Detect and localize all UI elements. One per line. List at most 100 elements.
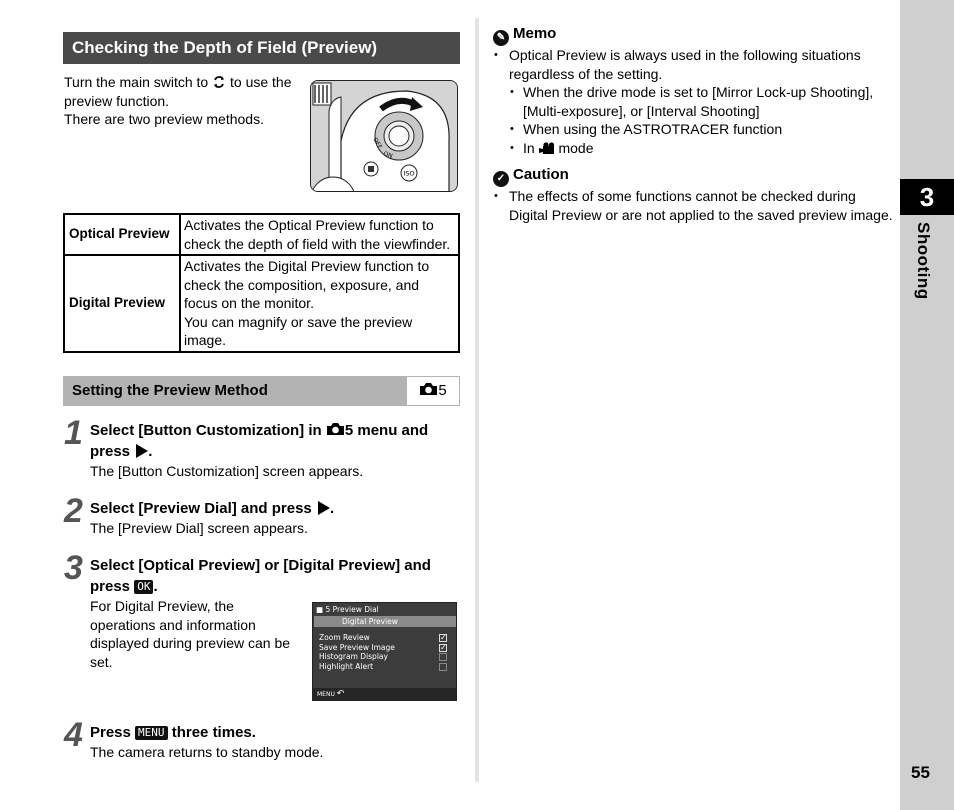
step-body: The camera returns to standby mode. — [90, 744, 324, 760]
method-description: Activates the Optical Preview function t… — [179, 213, 460, 256]
desc-line: check the composition, exposure, and — [184, 276, 420, 293]
camera-icon: ■ — [316, 605, 324, 614]
notes-column: ✎Memo Optical Preview is always used in … — [493, 24, 893, 224]
step-number: 4 — [64, 716, 83, 754]
list-item: When the drive mode is set to [Mirror Lo… — [509, 83, 893, 120]
camera-top-drawing: OFF ON ISO — [311, 81, 457, 191]
step-1: 1 Select [Button Customization] in 5 men… — [64, 414, 460, 481]
screen-title: ■ 5 Preview Dial — [316, 605, 379, 614]
memo-list: Optical Preview is always used in the fo… — [493, 46, 893, 157]
camera-icon — [326, 423, 344, 435]
option-item: Histogram Display — [319, 652, 447, 662]
movie-mode-icon — [538, 141, 554, 154]
step-body-line: operations and information — [90, 616, 256, 633]
memo-heading: ✎ Memo — [493, 24, 893, 46]
step-title-text: three times. — [171, 724, 256, 741]
step-title-text: press — [90, 578, 131, 595]
menu-button-icon: MENU — [135, 726, 168, 740]
memo-title: Memo — [513, 25, 557, 42]
menu-key-label: MENU — [317, 691, 335, 698]
step-body: The [Button Customization] screen appear… — [90, 463, 364, 479]
screen-footer: MENU ↶ — [313, 688, 456, 700]
method-term: Optical Preview — [63, 213, 181, 256]
option-label: Histogram Display — [319, 652, 388, 662]
option-label: Save Preview Image — [319, 642, 395, 652]
subsection-title: Setting the Preview Method — [72, 382, 268, 399]
chapter-tab: 3 Shooting 55 — [900, 0, 954, 810]
memo-sublist: When the drive mode is set to [Mirror Lo… — [509, 83, 893, 157]
step-title-text: Select [Optical Preview] or [Digital Pre… — [90, 557, 431, 574]
step-title-text: Select [Button Customization] in — [90, 422, 322, 439]
option-label: Zoom Review — [319, 633, 370, 642]
step-title: Select [Optical Preview] or [Digital Pre… — [90, 557, 431, 595]
list-text: mode — [558, 139, 594, 156]
option-item: Save Preview Image ✓ — [319, 643, 447, 653]
list-text: [Multi-exposure], or [Interval Shooting] — [523, 102, 760, 119]
preview-switch-icon — [214, 76, 225, 88]
back-arrow-icon: ↶ — [336, 689, 345, 699]
column-divider — [475, 18, 479, 782]
screen-title-text: 5 Preview Dial — [325, 605, 379, 614]
list-item: Optical Preview is always used in the fo… — [493, 46, 893, 157]
step-body: For Digital Preview, the operations and … — [90, 597, 300, 671]
step-2: 2 Select [Preview Dial] and press . The … — [64, 492, 460, 538]
ok-button-icon: OK — [134, 580, 154, 594]
method-term: Digital Preview — [63, 254, 181, 353]
selected-option: Digital Preview — [314, 616, 456, 627]
checkbox-checked-icon: ✓ — [439, 642, 447, 652]
option-label: Highlight Alert — [319, 662, 374, 672]
list-text: Optical Preview is always used in the fo… — [509, 47, 861, 63]
list-item: The effects of some functions cannot be … — [493, 187, 893, 224]
step-title: Select [Preview Dial] and press . — [90, 500, 335, 517]
table-row: Optical Preview Activates the Optical Pr… — [63, 213, 460, 256]
desc-line: Activates the Optical Preview function t… — [184, 217, 434, 233]
step-title-text: press — [90, 443, 131, 460]
intro-line: There are two preview methods. — [64, 111, 264, 127]
desc-line: image. — [184, 332, 227, 348]
option-item: Highlight Alert — [319, 662, 447, 672]
desc-line: You can magnify or save the preview — [184, 313, 413, 330]
memo-pencil-icon: ✎ — [493, 30, 509, 46]
list-item: In mode — [509, 139, 893, 158]
subsection-header: Setting the Preview Method 5 — [63, 376, 460, 406]
intro-text: Turn the main switch to to use the previ… — [64, 73, 304, 129]
section-title: Checking the Depth of Field (Preview) — [63, 32, 460, 64]
chapter-label: Shooting — [914, 222, 933, 300]
step-body: The [Preview Dial] screen appears. — [90, 520, 308, 536]
caution-heading: ✓ Caution — [493, 165, 893, 187]
step-title: Select [Button Customization] in 5 menu … — [90, 422, 429, 460]
desc-line: Activates the Digital Preview function t… — [184, 258, 430, 274]
caution-icon: ✓ — [493, 171, 509, 187]
right-arrow-key-icon — [136, 444, 149, 458]
step-number: 1 — [64, 414, 83, 452]
preview-methods-table: Optical Preview Activates the Optical Pr… — [63, 213, 460, 353]
chapter-number: 3 — [900, 179, 954, 215]
option-item: Zoom Review ✓ — [319, 633, 447, 643]
table-row: Digital Preview Activates the Digital Pr… — [63, 254, 460, 353]
list-text: When using the ASTROTRACER function — [523, 121, 783, 137]
step-body-line: For Digital Preview, the — [90, 598, 234, 614]
caution-title: Caution — [513, 166, 569, 183]
camera-switch-illustration: OFF ON ISO — [310, 80, 458, 192]
menu-reference-number: 5 — [438, 382, 447, 399]
list-text: Digital Preview or are not applied to th… — [509, 206, 893, 223]
list-text: When the drive mode is set to [Mirror Lo… — [523, 84, 874, 100]
step-body-line: displayed during preview can be — [90, 635, 291, 651]
preview-dial-screen: ■ 5 Preview Dial Digital Preview Zoom Re… — [312, 602, 457, 701]
camera-icon — [420, 383, 438, 395]
list-text: regardless of the setting. — [509, 65, 663, 82]
step-title-text: Press — [90, 724, 131, 741]
option-list: Zoom Review ✓ Save Preview Image ✓ Histogr… — [319, 633, 447, 672]
desc-line: check the depth of field with the viewfi… — [184, 235, 451, 252]
intro-line: Turn the main switch to — [64, 74, 209, 90]
menu-reference: 5 — [407, 377, 459, 405]
checkbox-empty-icon — [439, 653, 447, 662]
step-body-line: set. — [90, 653, 113, 670]
desc-line: focus on the monitor. — [184, 295, 314, 311]
checkbox-checked-icon: ✓ — [439, 633, 447, 642]
list-item: When using the ASTROTRACER function — [509, 120, 893, 139]
list-text: In — [523, 139, 535, 156]
intro-line: to use the — [230, 74, 292, 90]
step-number: 3 — [64, 549, 83, 587]
step-title: Press MENU three times. — [90, 722, 460, 743]
